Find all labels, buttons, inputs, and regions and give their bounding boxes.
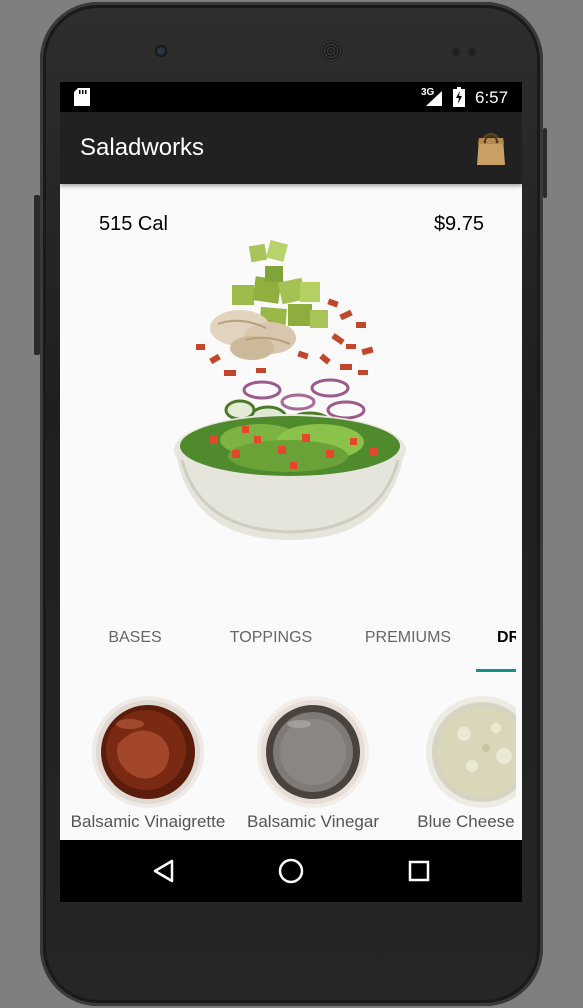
light-sensor xyxy=(468,48,476,56)
dressing-name: Balsamic Vinaigrette xyxy=(70,812,226,831)
dressing-list: Balsamic Vinaigrette Balsamic Vinegar Bl… xyxy=(60,680,516,840)
dressing-item-balsamic-vinegar[interactable]: Balsamic Vinegar xyxy=(225,680,395,840)
balsamic-vinaigrette-image xyxy=(92,696,204,808)
app-bar: Saladworks xyxy=(60,112,522,184)
volume-button xyxy=(34,195,40,355)
dressing-item-balsamic-vinaigrette[interactable]: Balsamic Vinaigrette xyxy=(60,680,230,840)
sd-card-icon xyxy=(74,88,90,106)
status-clock: 6:57 xyxy=(475,88,509,107)
home-icon[interactable] xyxy=(273,854,309,888)
blue-cheese-dressing-image xyxy=(426,696,516,808)
calorie-count: 515 Cal xyxy=(99,213,168,235)
app-title: Saladworks xyxy=(80,134,205,161)
shopping-bag-icon[interactable] xyxy=(476,130,506,166)
dressing-name: Balsamic Vinegar xyxy=(247,812,379,831)
status-bar: 3G 6:57 xyxy=(60,82,522,112)
recents-icon[interactable] xyxy=(401,854,437,888)
power-button xyxy=(543,128,547,198)
tab-dressings[interactable]: DR xyxy=(497,612,516,674)
balsamic-vinegar-image xyxy=(257,696,369,808)
category-tabs: BASES TOPPINGS PREMIUMS DR xyxy=(60,612,522,674)
dressing-item-blue-cheese[interactable]: Blue Cheese Dre xyxy=(394,680,516,840)
battery-icon xyxy=(453,87,465,107)
app-screen: 3G 6:57 Saladworks 515 Cal $9.75 BASES T… xyxy=(60,82,522,902)
proximity-sensor xyxy=(452,48,460,56)
bowl xyxy=(174,414,406,540)
tab-bases[interactable]: BASES xyxy=(67,612,203,674)
tab-toppings[interactable]: TOPPINGS xyxy=(203,612,339,674)
signal-icon xyxy=(426,91,442,106)
salad-bowl-image xyxy=(174,240,406,540)
active-tab-indicator xyxy=(476,669,516,672)
tab-premiums[interactable]: PREMIUMS xyxy=(340,612,476,674)
earpiece-speaker xyxy=(320,40,342,62)
dressing-name: Blue Cheese Dre xyxy=(417,812,516,831)
back-icon[interactable] xyxy=(145,854,181,888)
navigation-bar xyxy=(60,840,522,902)
total-price: $9.75 xyxy=(433,213,484,235)
front-camera xyxy=(155,45,167,57)
